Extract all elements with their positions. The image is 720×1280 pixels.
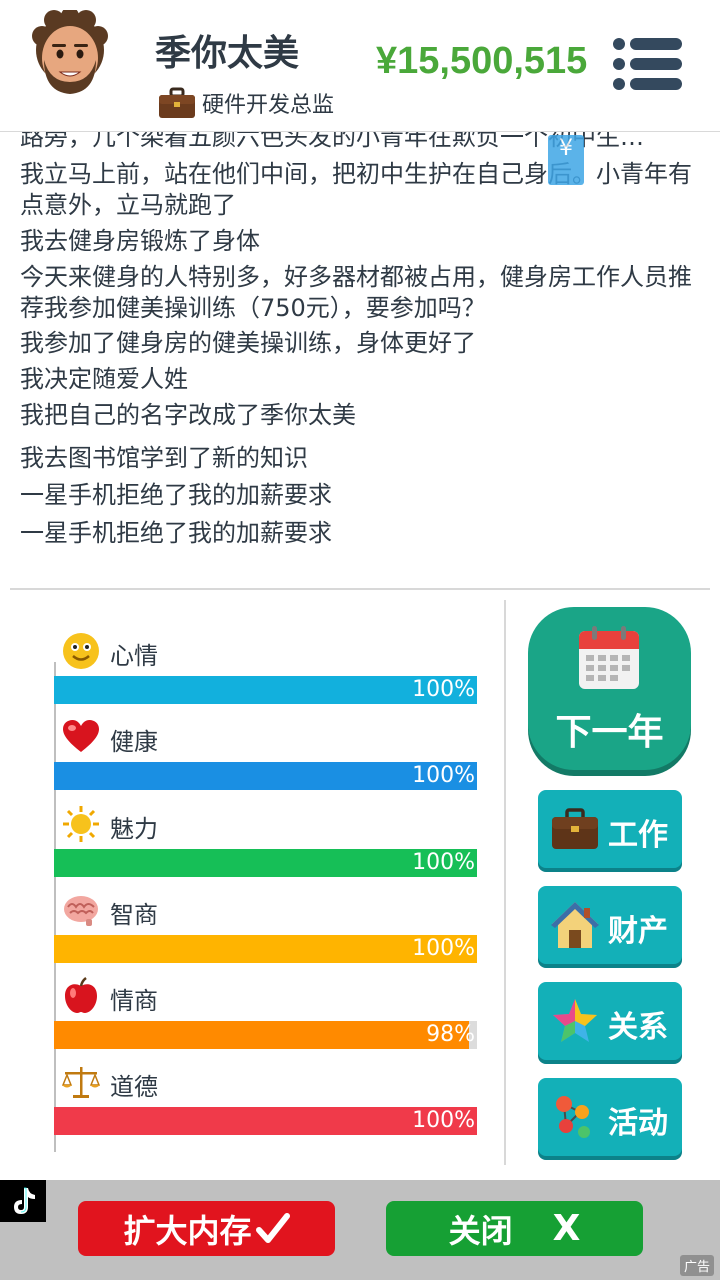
stat-mood: 心情 100%	[54, 632, 484, 712]
log-line: 今天来健身的人特别多，好多器材都被占用，健身房工作人员推荐我参加健美操训练（75…	[20, 263, 692, 322]
log-line: 我去图书馆学到了新的知识	[20, 444, 308, 472]
stat-label: 魅力	[110, 815, 158, 843]
work-button[interactable]: 工作	[538, 790, 682, 868]
stat-bar: 100%	[54, 676, 477, 704]
close-ad-button[interactable]: 关闭 X	[386, 1201, 643, 1256]
stat-bar: 100%	[54, 935, 477, 963]
activities-label: 活动	[608, 1106, 668, 1141]
calendar-icon	[579, 626, 639, 689]
ad-tag: 广告	[679, 1255, 714, 1276]
heart-icon	[63, 720, 99, 752]
log-line: 我去健身房锻炼了身体	[20, 227, 260, 255]
menu-icon[interactable]	[612, 36, 684, 92]
assets-button[interactable]: 财产	[538, 886, 682, 964]
stat-value: 100%	[412, 1108, 475, 1133]
stat-value: 100%	[412, 850, 475, 875]
sun-icon	[63, 806, 99, 842]
event-log[interactable]: 路旁，几个染着五颜六色头发的小青年在欺负一个初中生… 我立马上前，站在他们中间，…	[0, 132, 720, 587]
stat-label: 智商	[110, 901, 158, 929]
stat-charm: 魅力 100%	[54, 805, 484, 885]
briefcase-icon	[159, 87, 195, 118]
stat-label: 道德	[110, 1073, 158, 1101]
star-icon	[553, 999, 597, 1042]
assets-label: 财产	[608, 914, 668, 949]
stat-value: 98%	[426, 1022, 475, 1047]
expand-memory-label: 扩大内存	[123, 1211, 252, 1250]
close-icon: X	[552, 1208, 581, 1249]
log-line: 一星手机拒绝了我的加薪要求	[20, 519, 332, 547]
avatar[interactable]	[30, 10, 110, 98]
log-line: 我立马上前，站在他们中间，把初中生护在自己身后。小青年有点意外，立马就跑了	[20, 160, 692, 219]
stat-label: 心情	[110, 642, 158, 670]
house-icon	[551, 902, 599, 948]
log-line: 我参加了健身房的健美操训练，身体更好了	[20, 329, 476, 357]
next-year-label: 下一年	[555, 712, 664, 753]
stat-fill	[54, 1021, 469, 1049]
divider	[504, 600, 506, 1165]
stat-value: 100%	[412, 763, 475, 788]
briefcase-icon	[552, 808, 598, 849]
work-label: 工作	[608, 818, 668, 853]
money-badge[interactable]: ¥	[548, 135, 584, 185]
brain-icon	[64, 896, 98, 926]
header: 季你太美 硬件开发总监 ¥15,500,515	[0, 0, 720, 132]
stat-eq: 情商 98%	[54, 977, 484, 1057]
relations-label: 关系	[608, 1010, 668, 1045]
stat-label: 情商	[110, 987, 158, 1015]
smiley-icon	[63, 633, 99, 669]
stats-panel: 心情 100% 健康 100% 魅力 100% 智商 100% 情商 98% 道…	[54, 600, 494, 1155]
stat-value: 100%	[412, 936, 475, 961]
stat-bar: 100%	[54, 762, 477, 790]
stat-value: 100%	[412, 677, 475, 702]
next-year-button[interactable]: 下一年	[528, 607, 691, 770]
activity-icon	[556, 1096, 590, 1138]
expand-memory-button[interactable]: 扩大内存	[78, 1201, 335, 1256]
ad-banner[interactable]: 扩大内存 关闭 X 广告	[0, 1180, 720, 1280]
log-line: 路旁，几个染着五颜六色头发的小青年在欺负一个初中生…	[20, 132, 644, 151]
log-line: 我把自己的名字改成了季你太美	[20, 401, 356, 429]
stat-bar: 98%	[54, 1021, 477, 1049]
close-ad-label: 关闭	[448, 1211, 513, 1250]
stat-label: 健康	[110, 728, 158, 756]
job-title: 硬件开发总监	[202, 93, 335, 118]
stat-morality: 道德 100%	[54, 1063, 484, 1143]
player-name: 季你太美	[155, 33, 300, 74]
activities-button[interactable]: 活动	[538, 1078, 682, 1156]
stat-iq: 智商 100%	[54, 891, 484, 971]
money-display: ¥15,500,515	[376, 40, 588, 82]
log-line: 一星手机拒绝了我的加薪要求	[20, 481, 332, 509]
apple-icon	[65, 977, 97, 1013]
divider	[10, 588, 710, 590]
stat-health: 健康 100%	[54, 718, 484, 798]
relations-button[interactable]: 关系	[538, 982, 682, 1060]
stat-bar: 100%	[54, 1107, 477, 1135]
log-line: 我决定随爱人姓	[20, 365, 188, 393]
job-info: 硬件开发总监	[158, 86, 334, 120]
stat-bar: 100%	[54, 849, 477, 877]
scale-icon	[62, 1067, 100, 1098]
checkmark-icon	[255, 1212, 290, 1243]
tiktok-icon	[0, 1180, 46, 1222]
